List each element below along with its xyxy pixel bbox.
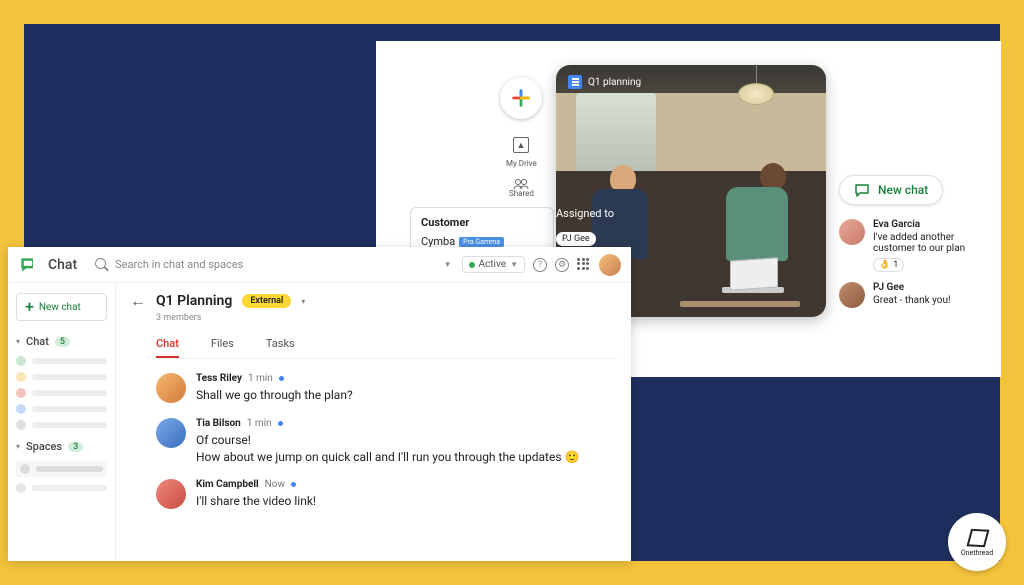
onethread-icon xyxy=(967,527,987,547)
avatar xyxy=(156,373,186,403)
search-icon xyxy=(95,258,109,272)
avatar xyxy=(839,282,865,308)
unread-dot-icon xyxy=(278,421,283,426)
external-badge: External xyxy=(242,294,291,308)
settings-icon[interactable]: ⚙ xyxy=(555,258,569,272)
badge: 3 xyxy=(68,442,83,452)
assigned-pill[interactable]: PJ Gee xyxy=(556,232,596,246)
avatar xyxy=(839,219,865,245)
assigned-header: Assigned to xyxy=(556,207,636,220)
message-body: Of course! How about we jump on quick ca… xyxy=(196,432,579,466)
account-avatar[interactable] xyxy=(599,254,621,276)
side-message[interactable]: Eva Garcia I've added another customer t… xyxy=(839,219,995,272)
message[interactable]: Tia Bilson1 min Of course! How about we … xyxy=(156,418,617,466)
chat-logo-icon xyxy=(18,255,38,275)
status-chip[interactable]: Active ▼ xyxy=(462,256,525,273)
space-title: Q1 Planning xyxy=(156,293,232,309)
chevron-down-icon: ▾ xyxy=(16,337,20,346)
apps-grid-icon[interactable] xyxy=(577,258,591,272)
tab-chat[interactable]: Chat xyxy=(156,331,179,358)
main-panel: ← Q1 Planning External ▾ 3 members Chat … xyxy=(116,283,631,561)
chevron-down-icon[interactable]: ▾ xyxy=(301,297,305,306)
tab-bar: Chat Files Tasks xyxy=(156,331,617,359)
app-brand: Chat xyxy=(48,257,77,273)
doc-icon xyxy=(568,75,582,89)
top-bar: Chat Search in chat and spaces ▼ Active … xyxy=(8,247,631,283)
sidebar-new-chat-button[interactable]: New chat xyxy=(16,293,107,321)
toolbar: Active ▼ ? ⚙ xyxy=(462,254,621,276)
back-arrow-icon[interactable]: ← xyxy=(130,291,146,311)
sidebar-item[interactable] xyxy=(16,356,107,366)
sidebar-item[interactable] xyxy=(16,388,107,398)
new-chat-button[interactable]: New chat xyxy=(839,175,943,205)
search-bar[interactable]: Search in chat and spaces xyxy=(87,258,433,272)
tab-files[interactable]: Files xyxy=(211,331,234,358)
unread-dot-icon xyxy=(291,482,296,487)
customer-header: Customer xyxy=(421,216,543,229)
chevron-down-icon: ▾ xyxy=(16,442,20,451)
sidebar-section-spaces[interactable]: ▾ Spaces 3 xyxy=(16,440,107,453)
chevron-down-icon[interactable]: ▼ xyxy=(444,260,452,269)
google-chat-window: Chat Search in chat and spaces ▼ Active … xyxy=(8,247,631,561)
customer-tag: Pra Gamma xyxy=(459,237,504,247)
sidebar-item-selected[interactable] xyxy=(16,461,107,477)
message-list: Tess Riley1 min Shall we go through the … xyxy=(130,359,617,510)
plus-icon xyxy=(25,299,34,315)
message[interactable]: Tess Riley1 min Shall we go through the … xyxy=(156,373,617,404)
my-drive-label: My Drive xyxy=(506,159,537,168)
sidebar-section-chat[interactable]: ▾ Chat 5 xyxy=(16,335,107,348)
sidebar-item[interactable] xyxy=(16,404,107,414)
reaction[interactable]: 👌 1 xyxy=(873,258,904,272)
message[interactable]: Kim CampbellNow I'll share the video lin… xyxy=(156,479,617,510)
side-message[interactable]: PJ Gee Great - thank you! xyxy=(839,282,995,308)
shared-icon[interactable] xyxy=(513,175,529,187)
chevron-down-icon: ▼ xyxy=(510,260,518,269)
onethread-badge[interactable]: Onethread xyxy=(948,513,1006,571)
help-icon[interactable]: ? xyxy=(533,258,547,272)
status-dot xyxy=(469,262,475,268)
avatar xyxy=(156,479,186,509)
avatar xyxy=(156,418,186,448)
sidebar-item[interactable] xyxy=(16,420,107,430)
new-chat-panel: New chat Eva Garcia I've added another c… xyxy=(839,175,995,318)
sidebar-item[interactable] xyxy=(16,483,107,493)
member-count[interactable]: 3 members xyxy=(156,313,617,323)
tab-tasks[interactable]: Tasks xyxy=(266,331,295,358)
sidebar: New chat ▾ Chat 5 ▾ Spaces 3 xyxy=(8,283,116,561)
unread-dot-icon xyxy=(279,376,284,381)
my-drive-icon[interactable]: ▲ xyxy=(513,137,529,153)
doc-title-bar: Q1 planning xyxy=(568,75,641,89)
new-button[interactable] xyxy=(500,77,542,119)
shared-label: Shared xyxy=(509,189,534,198)
sidebar-item[interactable] xyxy=(16,372,107,382)
badge: 5 xyxy=(55,337,70,347)
